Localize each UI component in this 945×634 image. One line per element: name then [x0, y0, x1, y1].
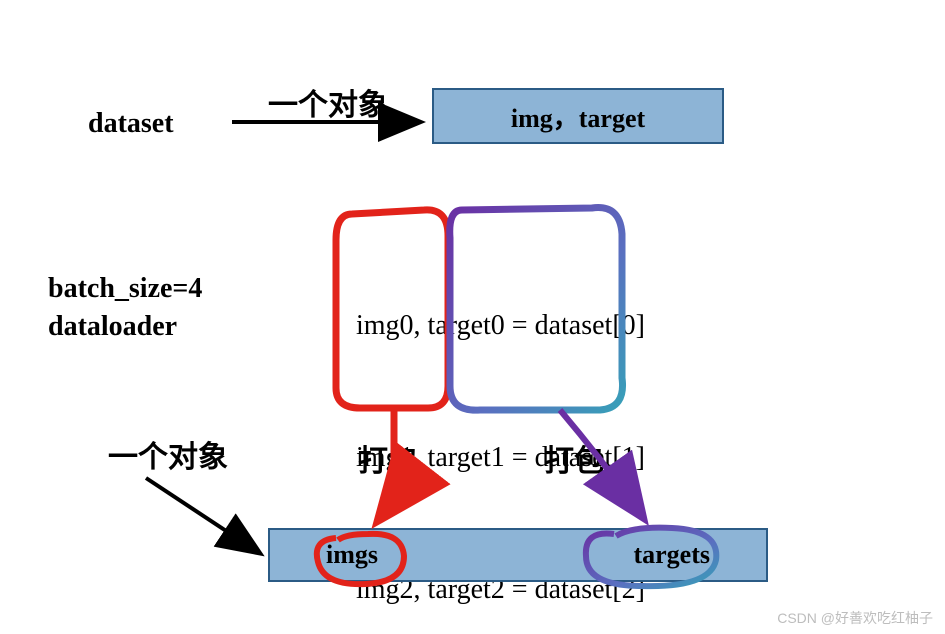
- dataset-label: dataset: [88, 108, 174, 140]
- arrow-dataloader-to-box: [146, 478, 258, 552]
- watermark: CSDN @好善欢吃红柚子: [777, 608, 933, 628]
- batchsize-l1: batch_size=4: [48, 273, 202, 304]
- box-bottom: imgs targets: [268, 528, 768, 582]
- box-bottom-imgs: imgs: [326, 540, 378, 570]
- box-img-target: img，target: [432, 88, 724, 144]
- code-line-0: img0, target0 = dataset[0]: [356, 304, 645, 348]
- batchsize-l2: dataloader: [48, 311, 177, 342]
- box-bottom-targets: targets: [633, 540, 710, 570]
- arrow2-label: 一个对象: [108, 432, 228, 476]
- arrow1-label: 一个对象: [268, 80, 388, 124]
- box-img-target-text: img，target: [511, 98, 645, 135]
- pack-right-label: 打包: [544, 436, 604, 480]
- batchsize-label: batch_size=4 dataloader: [48, 270, 202, 346]
- pack-left-label: 打包: [358, 436, 418, 480]
